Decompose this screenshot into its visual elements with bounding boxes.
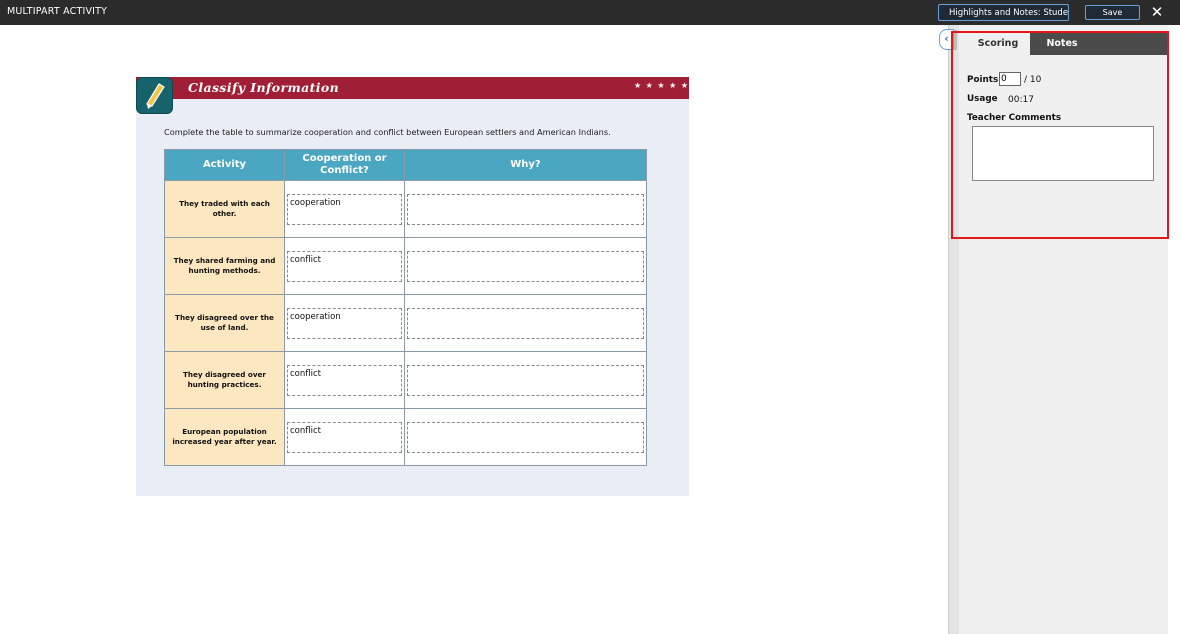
top-bar: MULTIPART ACTIVITY Highlights and Notes:…	[0, 0, 1180, 25]
cooperation-answer-field[interactable]: conflict	[287, 250, 402, 282]
activity-cell: They traded with each other.	[164, 180, 285, 238]
instructions-text: Complete the table to summarize cooperat…	[164, 127, 611, 137]
activity-cell: They shared farming and hunting methods.	[164, 237, 285, 295]
activity-cell: European population increased year after…	[164, 408, 285, 466]
cooperation-answer-field[interactable]: conflict	[287, 364, 402, 396]
close-icon[interactable]: ✕	[1150, 3, 1164, 21]
table-row: They traded with each other. cooperation	[164, 180, 647, 238]
app-title: MULTIPART ACTIVITY	[7, 6, 108, 17]
why-answer-field[interactable]	[407, 364, 644, 396]
table-row: They disagreed over the use of land. coo…	[164, 294, 647, 352]
banner-stars: ★ ★ ★ ★ ★	[633, 81, 689, 90]
highlights-notes-select[interactable]: Highlights and Notes: Student	[938, 4, 1069, 21]
classify-table: Activity Cooperation or Conflict? Why? T…	[164, 149, 647, 466]
activity-panel: Classify Information ★ ★ ★ ★ ★ Complete …	[136, 77, 689, 496]
column-header-activity: Activity	[164, 149, 285, 181]
activity-banner: Classify Information ★ ★ ★ ★ ★	[136, 77, 689, 99]
cooperation-answer-field[interactable]: cooperation	[287, 193, 402, 225]
cooperation-answer-field[interactable]: cooperation	[287, 307, 402, 339]
why-answer-field[interactable]	[407, 193, 644, 225]
highlight-box	[951, 31, 1169, 239]
why-answer-field[interactable]	[407, 421, 644, 453]
activity-cell: They disagreed over hunting practices.	[164, 351, 285, 409]
why-answer-field[interactable]	[407, 250, 644, 282]
activity-cell: They disagreed over the use of land.	[164, 294, 285, 352]
column-header-why: Why?	[404, 149, 647, 181]
activity-title: Classify Information	[188, 80, 340, 95]
table-row: They disagreed over hunting practices. c…	[164, 351, 647, 409]
why-answer-field[interactable]	[407, 307, 644, 339]
save-button[interactable]: Save	[1085, 5, 1140, 20]
cooperation-answer-field[interactable]: conflict	[287, 421, 402, 453]
table-row: They shared farming and hunting methods.…	[164, 237, 647, 295]
table-row: European population increased year after…	[164, 408, 647, 466]
column-header-cooperation: Cooperation or Conflict?	[284, 149, 405, 181]
pencil-icon	[136, 77, 173, 114]
